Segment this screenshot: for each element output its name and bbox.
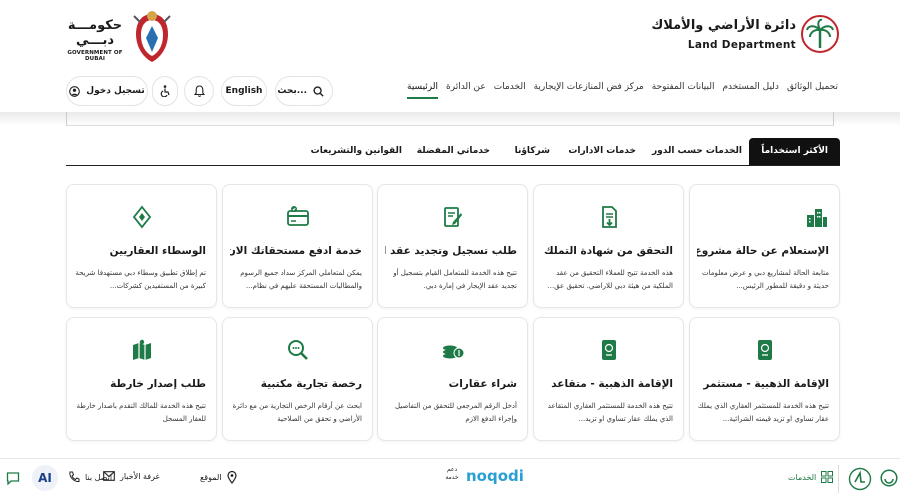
nav-documents[interactable]: تحميل الوثائق [787,82,838,99]
tab-services-by-role[interactable]: الخدمات حسب الدور [652,138,742,165]
banner-edge [66,112,834,126]
card-description: تتيح هذه الخدمة للمستثمر العقاري الذي يم… [697,402,829,423]
card-title: الإقامة الذهبية - مستثمر [703,378,829,390]
tab-laws[interactable]: القوانين والتشريعات [311,138,402,165]
main-nav: الرئيسية عن الدائرة الخدمات مركز فض المن… [407,82,838,99]
search-input[interactable]: بحث... [277,86,307,96]
service-card-real-estate-brokers[interactable]: الوسطاء العقاريين تم إطلاق تطبيق وسطاء د… [66,184,217,308]
contract-pen-icon [443,207,462,227]
nav-home[interactable]: الرئيسية [407,82,439,99]
search-box[interactable]: بحث... [275,76,333,106]
notifications-button[interactable] [184,76,214,106]
card-title: التحقق من شهادة التملك [543,245,673,257]
language-toggle-button[interactable]: English [221,76,267,106]
map-pin-icon [226,471,237,484]
footer-divider [838,465,839,493]
sustainability-icon[interactable] [848,467,872,491]
smile-icon[interactable] [880,469,898,487]
diamond-icon [132,205,151,229]
wheelchair-icon [160,85,170,97]
card-description: تتيح هذه الخدمة للمستثمر العقاري المتقاع… [547,402,673,423]
payment-card-icon [286,206,309,226]
noqodi-wordmark: noqodi [466,467,524,485]
card-description: متابعة الحالة لمشاريع دبي و عرض معلومات … [702,269,829,290]
chat-icon[interactable] [6,471,20,485]
nav-rental-disputes[interactable]: مركز فض المنازعات الإيجارية [534,82,644,99]
card-title: رخصة تجارية مكتبية [260,378,362,390]
map-icon [132,339,151,360]
dubai-land-department-logo[interactable]: دائرة الأراضي والأملاك Land Department [651,14,840,58]
card-description: تتيح هذه الخدمة للمالك التقدم باصدار خار… [76,402,206,423]
nav-about[interactable]: عن الدائرة [446,82,486,99]
ai-assistant-button[interactable]: AI [32,465,58,491]
magnifier-icon [287,340,308,360]
nav-user-guide[interactable]: دليل المستخدم [722,82,778,99]
card-description: تتيح هذه الخدمة للمتعامل القيام بتسجيل أ… [393,269,517,290]
noqodi-support-label: دعم خدمة [445,466,459,481]
services-label: الخدمات [788,472,817,482]
nav-open-data[interactable]: البيانات المفتوحة [652,82,715,99]
user-icon [69,85,81,97]
card-description: هذه الخدمة تتيح للعملاء التحقيق من عقد ا… [547,269,673,290]
government-of-dubai-logo[interactable]: حكومـــة دبـــي GOVERNMENT OF DUBAI [62,8,177,66]
card-description: أدخل الرقم المرجعي للتحقق من التفاصيل وإ… [394,402,517,423]
card-title: خدمة ادفع مستحقاتك الان [230,245,362,257]
coins-icon [442,345,464,359]
service-card-office-trade-license[interactable]: رخصة تجارية مكتبية ابحث عن أرقام الرخص ا… [222,317,373,441]
service-card-buy-properties[interactable]: شراء عقارات أدخل الرقم المرجعي للتحقق من… [377,317,528,441]
palm-tree-emblem-icon [801,15,839,53]
envelope-icon [103,471,115,481]
card-title: شراء عقارات [448,378,517,390]
newsroom-label: غرفة الأخبار [120,471,160,481]
card-description: يمكن لمتعاملي المركز سداد جميع الرسوم وا… [240,269,362,290]
passport-icon [757,340,772,360]
grid-icon [821,471,834,483]
buildings-icon [807,209,827,227]
tab-department-services[interactable]: خدمات الادارات [568,138,636,165]
card-title: الإقامة الذهبية - متقاعد [551,378,673,390]
service-card-golden-visa-investor[interactable]: الإقامة الذهبية - مستثمر تتيح هذه الخدمة… [689,317,840,441]
services-link[interactable]: الخدمات [788,471,834,483]
language-label: English [225,86,263,96]
login-button[interactable]: تسجيل دخول [66,76,148,106]
card-title: الإستعلام عن حالة مشروع عقاري [697,245,829,257]
dld-logo-arabic: دائرة الأراضي والأملاك [651,18,796,33]
search-icon [313,85,324,97]
bottom-toolbar: AI اتصل بنا غرفة الأخبار الموقع دعم خدمة… [0,458,900,500]
navigation-row: تسجيل دخول English بحث... الرئيسية عن ال… [0,72,900,112]
dubai-logo-english: GOVERNMENT OF DUBAI [67,50,123,62]
location-link[interactable]: الموقع [200,471,237,484]
bell-icon [193,85,205,97]
newsroom-link[interactable]: غرفة الأخبار [103,471,160,481]
service-card-lease-registration[interactable]: طلب تسجيل وتجديد عقد الإيجار تتيح هذه ال… [377,184,528,308]
tab-partners[interactable]: شركاؤنا [515,138,550,165]
service-card-map-issuance[interactable]: طلب إصدار خارطة تتيح هذه الخدمة للمالك ا… [66,317,217,441]
nav-services[interactable]: الخدمات [494,82,526,99]
dubai-logo-arabic: حكومـــة دبـــي [67,18,123,48]
location-label: الموقع [200,473,222,482]
service-tabs: الأكثر استخداماً الخدمات حسب الدور خدمات… [66,138,840,166]
card-title: طلب إصدار خارطة [110,378,206,390]
card-title: طلب تسجيل وتجديد عقد الإيجار [385,245,517,257]
service-card-project-status[interactable]: الإستعلام عن حالة مشروع عقاري متابعة الح… [689,184,840,308]
service-card-pay-dues[interactable]: خدمة ادفع مستحقاتك الان يمكن لمتعاملي ال… [222,184,373,308]
card-description: تم إطلاق تطبيق وسطاء دبي مستهدفا شريحة ك… [75,269,206,290]
phone-icon [69,471,80,483]
card-title: الوسطاء العقاريين [109,245,206,257]
dld-logo-english: Land Department [687,39,796,51]
service-card-ownership-certificate[interactable]: التحقق من شهادة التملك هذه الخدمة تتيح ل… [533,184,684,308]
service-card-golden-visa-retiree[interactable]: الإقامة الذهبية - متقاعد تتيح هذه الخدمة… [533,317,684,441]
document-download-icon [601,206,617,228]
login-label: تسجيل دخول [86,86,145,96]
passport-icon [601,340,616,360]
tab-favorites[interactable]: خدماتي المفضلة [417,138,490,165]
card-description: ابحث عن أرقام الرخص التجارية من مع دائرة… [232,402,362,423]
top-bar: حكومـــة دبـــي GOVERNMENT OF DUBAI دائر… [0,0,900,70]
noqodi-logo[interactable]: دعم خدمة noqodi [440,463,530,495]
accessibility-button[interactable] [152,76,178,106]
dubai-emblem-icon [133,11,171,62]
tab-most-used[interactable]: الأكثر استخداماً [749,138,840,165]
